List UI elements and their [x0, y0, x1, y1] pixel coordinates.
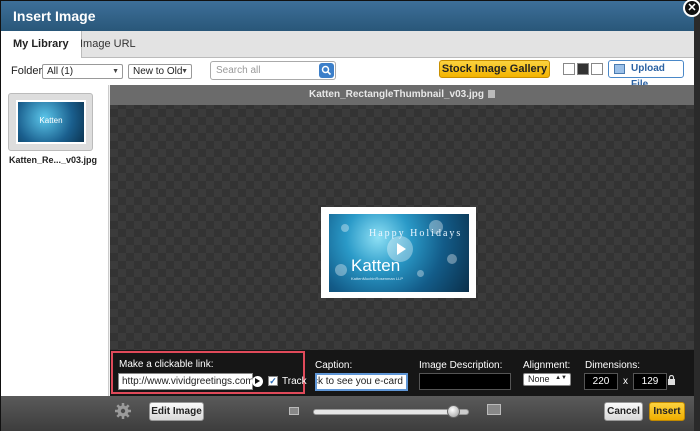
search-input[interactable]: Search all — [210, 61, 336, 80]
filename-bar: Katten_RectangleThumbnail_v03.jpg — [110, 85, 694, 105]
dialog-titlebar: Insert Image — [1, 1, 694, 31]
track-checkbox[interactable]: ✓ — [268, 376, 278, 386]
search-button[interactable] — [319, 63, 334, 78]
description-label: Image Description: — [419, 360, 503, 371]
alignment-label: Alignment: — [523, 360, 571, 371]
folder-select[interactable]: All (1) ▼ — [42, 64, 123, 79]
sidebar-footer — [1, 396, 110, 431]
zoom-out-image-icon[interactable] — [289, 407, 299, 415]
upload-file-button[interactable]: Upload File — [608, 60, 684, 90]
filename: Katten_RectangleThumbnail_v03.jpg — [308, 89, 485, 100]
preview-image: Happy Holidays Katten KattenMuchinRosenm… — [329, 214, 469, 292]
clickable-link-section: Make a clickable link: http://www.vividg… — [111, 351, 307, 394]
thumbnail-brand: Katten — [39, 116, 63, 125]
close-icon[interactable]: ✕ — [683, 0, 700, 17]
library-toolbar: Folder: All (1) ▼ New to Old ▼ Search al… — [1, 58, 694, 90]
zoom-slider-handle[interactable] — [447, 405, 460, 418]
alignment-value: None — [528, 374, 550, 384]
zoom-slider[interactable] — [313, 409, 469, 415]
folder-label: Folder: — [11, 65, 46, 77]
library-thumbnail[interactable]: Katten — [8, 93, 93, 151]
dialog-title: Insert Image — [13, 8, 96, 24]
thumbnail-image: Katten — [16, 100, 86, 144]
thumbnail-label: Katten_Re..._v03.jpg — [9, 155, 98, 165]
bokeh-dot — [447, 254, 457, 264]
height-input[interactable]: 129 — [633, 373, 667, 390]
stock-image-gallery-button[interactable]: Stock Image Gallery — [439, 60, 550, 78]
alignment-select[interactable]: None ▲▼ — [523, 373, 571, 386]
lock-icon[interactable] — [667, 375, 676, 385]
dimensions-label: Dimensions: — [585, 360, 641, 371]
edit-image-button[interactable]: Edit Image — [149, 402, 204, 421]
card-greeting: Happy Holidays — [369, 228, 463, 239]
tab-image-url[interactable]: Image URL — [68, 31, 148, 58]
upload-icon — [614, 64, 625, 74]
large-view-icon[interactable] — [577, 63, 589, 75]
card-brand: Katten — [351, 256, 401, 275]
bokeh-dot — [341, 224, 349, 232]
search-icon — [321, 65, 332, 76]
insert-image-dialog: Insert Image My Library Image URL Folder… — [0, 0, 694, 431]
description-input[interactable] — [419, 373, 511, 390]
zoom-slider-fill — [314, 410, 453, 414]
tab-bar: My Library Image URL — [1, 31, 694, 59]
image-preview-area: Katten_RectangleThumbnail_v03.jpg Happy … — [110, 85, 694, 350]
link-url-input[interactable]: http://www.vividgreetings.com/ac — [118, 373, 253, 390]
bokeh-dot — [335, 264, 347, 276]
insert-button[interactable]: Insert — [649, 402, 685, 421]
trash-icon[interactable] — [488, 90, 496, 98]
gear-icon[interactable] — [114, 402, 132, 420]
dimension-separator: x — [623, 376, 628, 387]
search-placeholder: Search all — [216, 65, 261, 76]
chevron-down-icon: ▼ — [112, 68, 119, 75]
zoom-in-image-icon[interactable] — [487, 404, 501, 415]
chevron-down-icon: ▼ — [181, 68, 188, 75]
bokeh-dot — [417, 270, 424, 277]
track-label: Track — [282, 376, 307, 387]
go-arrow-icon[interactable] — [252, 376, 263, 387]
chevron-down-icon: ▲▼ — [555, 375, 567, 381]
folder-select-value: All (1) — [47, 66, 74, 77]
preview-image-frame: Happy Holidays Katten KattenMuchinRosenm… — [321, 207, 476, 298]
width-input[interactable]: 220 — [584, 373, 618, 390]
list-view-icon[interactable] — [591, 63, 603, 75]
card-subtext: KattenMuchinRosenman LLP — [351, 276, 404, 281]
sort-select-value: New to Old — [133, 66, 183, 77]
image-properties-panel: Make a clickable link: http://www.vividg… — [110, 350, 694, 396]
caption-input[interactable]: Click to see you e-card — [315, 373, 408, 391]
sort-select[interactable]: New to Old ▼ — [128, 64, 192, 79]
library-sidebar: Katten Katten_Re..._v03.jpg — [1, 85, 109, 431]
caption-label: Caption: — [315, 360, 353, 371]
cancel-button[interactable]: Cancel — [604, 402, 643, 421]
grid-view-icon[interactable] — [563, 63, 575, 75]
link-label: Make a clickable link: — [119, 359, 214, 370]
